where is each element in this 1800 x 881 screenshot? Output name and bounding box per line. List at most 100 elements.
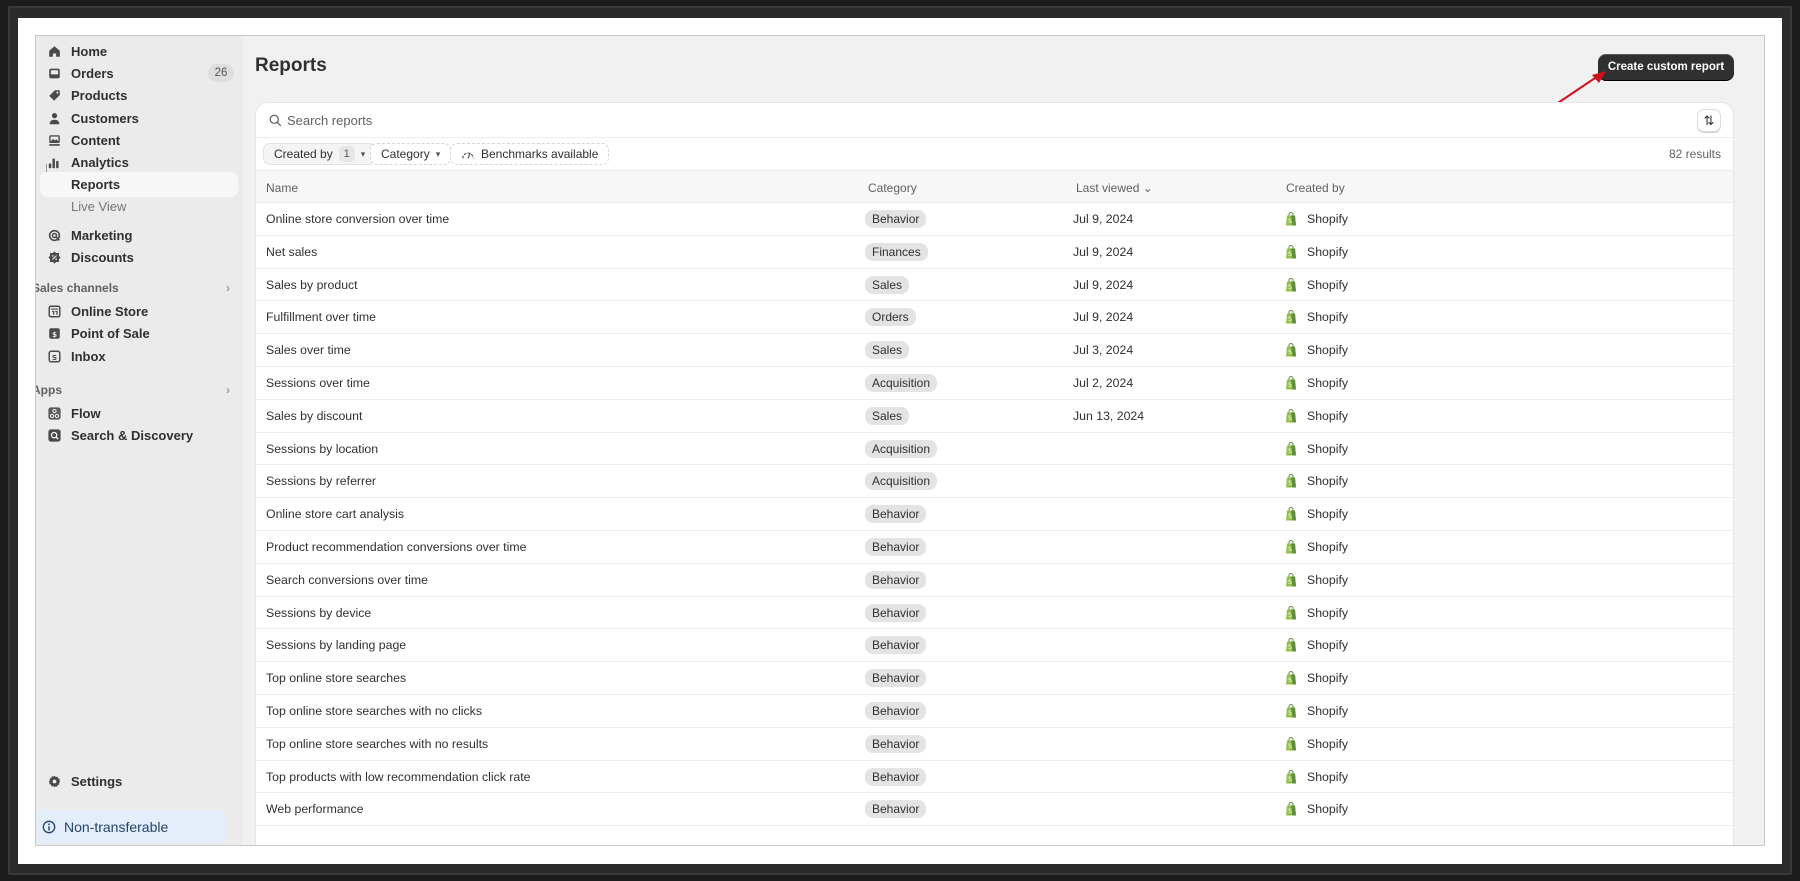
report-name[interactable]: Sessions by location	[266, 442, 378, 456]
table-row[interactable]: Sessions by location Acquisition S Shopi…	[256, 433, 1733, 466]
sidebar-item-label: Search & Discovery	[71, 428, 194, 443]
report-name[interactable]: Sales over time	[266, 343, 351, 357]
sidebar-item-label: Analytics	[71, 155, 129, 170]
table-row[interactable]: Sessions by landing page Behavior S Shop…	[256, 629, 1733, 663]
report-name[interactable]: Search conversions over time	[266, 573, 428, 587]
table-row[interactable]: Top products with low recommendation cli…	[256, 761, 1733, 794]
table-row[interactable]: Online store cart analysis Behavior S Sh…	[256, 498, 1733, 531]
created-by-cell: S Shopify	[1285, 638, 1348, 652]
sidebar-item-discounts[interactable]: Discounts	[40, 245, 238, 270]
page-title: Reports	[255, 55, 327, 76]
column-header-category[interactable]: Category	[868, 181, 917, 195]
report-name[interactable]: Top products with low recommendation cli…	[266, 770, 531, 784]
report-name[interactable]: Online store conversion over time	[266, 212, 449, 226]
column-header-last-viewed[interactable]: Last viewed ⌄	[1076, 181, 1153, 195]
report-name[interactable]: Sessions over time	[266, 376, 370, 390]
table-row[interactable]: Sales over time Sales Jul 3, 2024 S Shop…	[256, 334, 1733, 367]
sidebar-item-inbox[interactable]: S Inbox	[40, 344, 238, 369]
last-viewed: Jul 9, 2024	[1073, 244, 1134, 259]
table-row[interactable]: Sessions over time Acquisition Jul 2, 20…	[256, 367, 1733, 400]
category-cell: Sales	[865, 406, 910, 425]
svg-text:S: S	[1288, 579, 1292, 586]
shopify-bag-icon: S	[1286, 474, 1296, 488]
table-row[interactable]: Web performance Behavior S Shopify	[256, 793, 1733, 827]
shopify-bag-icon: S	[1286, 277, 1296, 292]
table-row[interactable]: Search conversions over time Behavior S …	[256, 564, 1733, 597]
report-name[interactable]: Sessions by referrer	[266, 474, 376, 488]
column-header-created-by[interactable]: Created by	[1286, 181, 1345, 195]
report-name[interactable]: Top online store searches with no clicks	[266, 704, 482, 718]
report-name[interactable]: Net sales	[266, 245, 317, 259]
category-cell: Behavior	[865, 505, 927, 524]
sidebar-item-products[interactable]: Products	[40, 83, 238, 108]
report-name[interactable]: Top online store searches with no result…	[266, 737, 488, 751]
category-cell: Finances	[865, 242, 928, 261]
report-name[interactable]: Top online store searches	[266, 671, 406, 685]
table-row[interactable]: Online store conversion over time Behavi…	[256, 203, 1733, 236]
table-row[interactable]: Net sales Finances Jul 9, 2024 S Shopify	[256, 236, 1733, 269]
table-row[interactable]: Top online store searches with no clicks…	[256, 695, 1733, 728]
category-cell: Acquisition	[865, 472, 938, 491]
report-name[interactable]: Web performance	[266, 802, 364, 816]
sales-channels-heading[interactable]: Sales channels ›	[36, 278, 230, 298]
report-name[interactable]: Online store cart analysis	[266, 507, 404, 521]
create-custom-report-button[interactable]: Create custom report	[1598, 54, 1734, 80]
filter-benchmarks[interactable]: Benchmarks available	[450, 143, 610, 165]
search-input[interactable]	[287, 109, 1487, 131]
category-badge: Behavior	[865, 603, 927, 622]
report-name[interactable]: Sales by discount	[266, 409, 362, 423]
svg-text:S: S	[1288, 349, 1292, 356]
last-viewed: Jul 9, 2024	[1073, 212, 1134, 226]
creator-name: Shopify	[1307, 736, 1349, 751]
sidebar-item-label: Flow	[71, 406, 101, 421]
sidebar-item-live-view[interactable]: Live View	[40, 194, 238, 219]
shopify-bag-icon: S	[1286, 638, 1296, 652]
creator-name: Shopify	[1307, 539, 1349, 554]
created-by-cell: S Shopify	[1285, 343, 1348, 357]
category-cell: Sales	[865, 341, 910, 360]
report-name[interactable]: Fulfillment over time	[266, 310, 376, 324]
filter-created-by[interactable]: Created by 1 ▾	[263, 143, 377, 165]
sidebar-item-label: Products	[71, 88, 128, 103]
last-viewed: Jul 9, 2024	[1073, 310, 1134, 325]
svg-text:S: S	[1288, 448, 1292, 455]
sidebar-item-label: Orders	[71, 66, 114, 81]
apps-heading[interactable]: Apps ›	[36, 380, 230, 400]
creator-name: Shopify	[1307, 310, 1349, 325]
shopify-bag-icon: S	[1286, 769, 1296, 784]
table-row[interactable]: Sessions by referrer Acquisition S Shopi…	[256, 465, 1733, 499]
report-name[interactable]: Product recommendation conversions over …	[266, 540, 526, 554]
sidebar-item-search-discovery[interactable]: Search & Discovery	[40, 423, 238, 448]
shopify-bag-icon: S	[1286, 212, 1296, 226]
filter-category[interactable]: Category ▾	[370, 143, 452, 165]
table-row[interactable]: Sessions by device Behavior S Shopify	[256, 597, 1733, 630]
sort-button[interactable]: ⇅	[1697, 109, 1721, 132]
sidebar-item-label: Inbox	[71, 349, 106, 364]
column-header-name[interactable]: Name	[266, 181, 298, 195]
table-row[interactable]: Top online store searches with no result…	[256, 728, 1733, 761]
creator-name: Shopify	[1307, 277, 1349, 292]
table-row[interactable]: Sales by discount Sales Jun 13, 2024 S S…	[256, 400, 1733, 433]
table-row[interactable]: Sales by product Sales Jul 9, 2024 S Sho…	[256, 269, 1733, 302]
shopify-bag-icon: S	[1286, 736, 1296, 751]
table-row[interactable]: Fulfillment over time Orders Jul 9, 2024…	[256, 301, 1733, 335]
shopify-bag-icon: S	[1286, 376, 1296, 390]
sidebar-item-settings[interactable]: Settings	[40, 769, 238, 794]
sidebar-item-point-of-sale[interactable]: $ Point of Sale	[40, 321, 238, 346]
creator-name: Shopify	[1307, 441, 1349, 456]
report-name[interactable]: Sales by product	[266, 278, 358, 292]
non-transferable-notice[interactable]: Non-transferable	[36, 811, 226, 843]
sidebar-item-label: Marketing	[71, 228, 133, 243]
creator-name: Shopify	[1307, 703, 1349, 718]
table-row[interactable]: Product recommendation conversions over …	[256, 531, 1733, 564]
sidebar: Home Orders 26 Products Customers Conten…	[36, 36, 243, 845]
category-cell: Behavior	[865, 210, 927, 228]
creator-name: Shopify	[1307, 375, 1349, 390]
created-by-cell: S Shopify	[1285, 310, 1348, 324]
report-name[interactable]: Sessions by landing page	[266, 638, 406, 652]
report-name[interactable]: Sessions by device	[266, 606, 371, 620]
category-badge: Behavior	[865, 210, 927, 228]
svg-text:S: S	[1288, 284, 1292, 291]
table-row[interactable]: Top online store searches Behavior S Sho…	[256, 662, 1733, 695]
shopify-bag-icon: S	[1286, 441, 1296, 456]
